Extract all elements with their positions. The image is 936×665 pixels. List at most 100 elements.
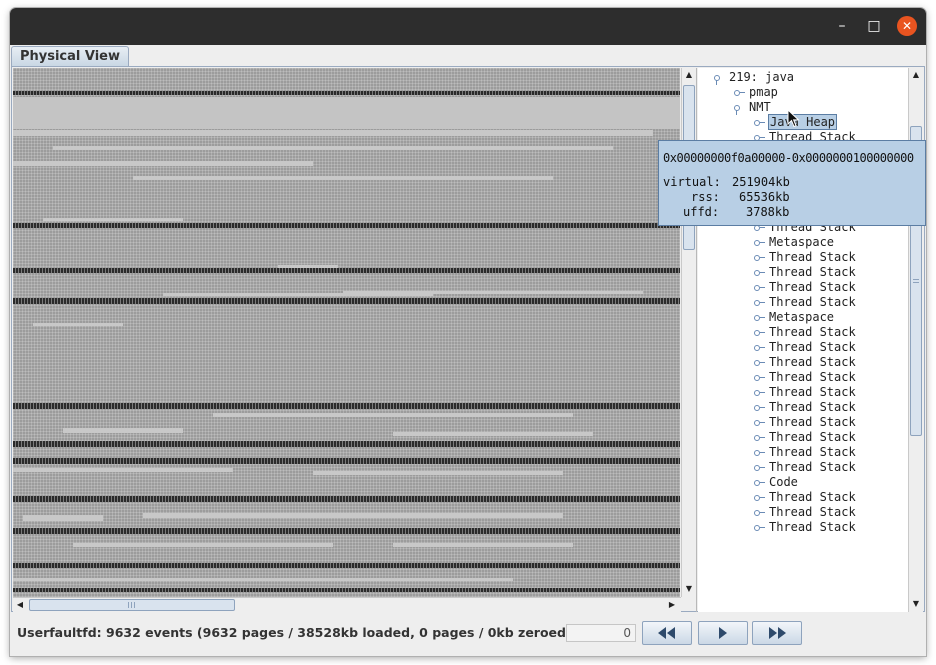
scroll-grip-icon — [128, 602, 136, 608]
page-streak — [278, 265, 338, 268]
page-band — [13, 403, 680, 409]
tree-collapse-icon[interactable] — [750, 460, 765, 475]
tree-collapse-icon[interactable] — [750, 445, 765, 460]
tree-collapse-icon[interactable] — [750, 385, 765, 400]
tree-node-nmt-item[interactable]: Thread Stack — [750, 280, 856, 295]
tree-collapse-icon[interactable] — [750, 520, 765, 535]
tree-collapse-icon[interactable] — [750, 340, 765, 355]
tree-node-nmt[interactable]: NMT — [730, 100, 771, 115]
tree-node-nmt-item[interactable]: Thread Stack — [750, 295, 856, 310]
tree-node-nmt-item[interactable]: Thread Stack — [750, 385, 856, 400]
page-band — [13, 91, 680, 95]
tree-collapse-icon[interactable] — [750, 475, 765, 490]
page-streak — [13, 578, 513, 581]
tooltip-uffd-label: uffd: — [683, 205, 720, 219]
page-band — [13, 223, 680, 228]
page-streak — [213, 413, 573, 417]
minimize-button[interactable]: – — [832, 16, 852, 36]
tooltip-address-range: 0x00000000f0a00000-0x0000000100000000 — [663, 151, 914, 165]
page-band — [13, 97, 680, 129]
page-streak — [53, 146, 613, 150]
page-band — [13, 528, 680, 534]
fast-forward-button[interactable] — [752, 621, 802, 645]
page-streak — [13, 161, 313, 166]
tree-node-pmap[interactable]: pmap — [730, 85, 778, 100]
tree-collapse-icon[interactable] — [750, 235, 765, 250]
tree-node-nmt-item[interactable]: Thread Stack — [750, 370, 856, 385]
scroll-up-arrow-icon[interactable]: ▲ — [909, 68, 923, 82]
tree-expand-icon[interactable] — [730, 100, 744, 115]
region-tooltip: 0x00000000f0a00000-0x0000000100000000 vi… — [658, 140, 926, 226]
page-streak — [33, 323, 123, 326]
page-band — [13, 268, 680, 273]
tree-collapse-icon[interactable] — [750, 415, 765, 430]
tree-collapse-icon[interactable] — [750, 400, 765, 415]
play-button[interactable] — [698, 621, 748, 645]
close-button[interactable]: ✕ — [897, 16, 917, 36]
status-bar: Userfaultfd: 9632 events (9632 pages / 3… — [10, 613, 926, 656]
tree-node-nmt-item[interactable]: Thread Stack — [750, 355, 856, 370]
tree-collapse-icon[interactable] — [750, 310, 765, 325]
tree-node-nmt-item[interactable]: Thread Stack — [750, 265, 856, 280]
tree-node-nmt-item[interactable]: Thread Stack — [750, 415, 856, 430]
maximize-button[interactable]: □ — [864, 16, 884, 36]
tooltip-uffd-value: 3788kb — [746, 205, 790, 219]
mouse-pointer-icon — [787, 109, 800, 128]
tree-collapse-icon[interactable] — [750, 490, 765, 505]
tree-node-nmt-item[interactable]: Thread Stack — [750, 340, 856, 355]
scroll-right-arrow-icon[interactable]: ▶ — [665, 598, 679, 612]
scroll-grip-icon — [913, 277, 919, 283]
tooltip-rss-value: 65536kb — [739, 190, 790, 204]
tree-collapse-icon[interactable] — [750, 115, 765, 130]
tree-collapse-icon[interactable] — [750, 430, 765, 445]
tooltip-rss-label: rss: — [691, 190, 720, 204]
scroll-up-arrow-icon[interactable]: ▲ — [682, 68, 696, 82]
map-horizontal-scrollbar[interactable]: ◀ ▶ — [13, 597, 681, 612]
fast-forward-icon — [769, 627, 786, 639]
tree-node-nmt-item[interactable]: Thread Stack — [750, 445, 856, 460]
tree-collapse-icon[interactable] — [750, 355, 765, 370]
tree-node-nmt-item[interactable]: Thread Stack — [750, 400, 856, 415]
page-band — [13, 298, 680, 304]
tree-node-nmt-item[interactable]: Thread Stack — [750, 325, 856, 340]
tree-node-root[interactable]: 219: java — [710, 70, 794, 85]
tree-node-nmt-item[interactable]: Metaspace — [750, 310, 834, 325]
tree-collapse-icon[interactable] — [750, 505, 765, 520]
tree-collapse-icon[interactable] — [750, 280, 765, 295]
page-streak — [343, 291, 643, 294]
app-window: – □ ✕ Physical View ▲ ▼ ◀ ▶ 219: java pm… — [10, 8, 926, 656]
map-horizontal-scroll-thumb[interactable] — [29, 599, 235, 611]
tree-node-nmt-item[interactable]: Metaspace — [750, 235, 834, 250]
memory-page-map[interactable] — [13, 68, 680, 597]
tree-collapse-icon[interactable] — [730, 85, 745, 100]
tree-collapse-icon[interactable] — [750, 325, 765, 340]
tree-node-nmt-item[interactable]: Thread Stack — [750, 505, 856, 520]
tree-collapse-icon[interactable] — [750, 370, 765, 385]
tree-node-nmt-item[interactable]: Thread Stack — [750, 460, 856, 475]
scroll-left-arrow-icon[interactable]: ◀ — [13, 598, 27, 612]
tree-collapse-icon[interactable] — [750, 250, 765, 265]
page-streak — [13, 468, 233, 472]
play-icon — [719, 627, 727, 639]
page-streak — [393, 432, 593, 436]
page-streak — [73, 543, 333, 547]
tree-expand-icon[interactable] — [710, 70, 724, 85]
tree-node-nmt-item[interactable]: Thread Stack — [750, 250, 856, 265]
page-streak — [313, 471, 563, 475]
page-band — [13, 496, 680, 502]
tree-node-nmt-item[interactable]: Thread Stack — [750, 490, 856, 505]
tree-collapse-icon[interactable] — [750, 295, 765, 310]
tree-node-nmt-item[interactable]: Code — [750, 475, 798, 490]
page-band — [13, 458, 680, 464]
page-band — [13, 588, 680, 592]
tree-node-nmt-item[interactable]: Thread Stack — [750, 520, 856, 535]
status-text: Userfaultfd: 9632 events (9632 pages / 3… — [17, 625, 572, 640]
tree-node-nmt-item[interactable]: Thread Stack — [750, 430, 856, 445]
scroll-down-arrow-icon[interactable]: ▼ — [909, 597, 923, 611]
tab-physical-view[interactable]: Physical View — [11, 46, 129, 66]
rewind-button[interactable] — [642, 621, 692, 645]
event-counter-field[interactable]: 0 — [566, 624, 636, 642]
tooltip-virtual-value: 251904kb — [732, 175, 790, 189]
tree-collapse-icon[interactable] — [750, 265, 765, 280]
scroll-down-arrow-icon[interactable]: ▼ — [682, 582, 696, 596]
